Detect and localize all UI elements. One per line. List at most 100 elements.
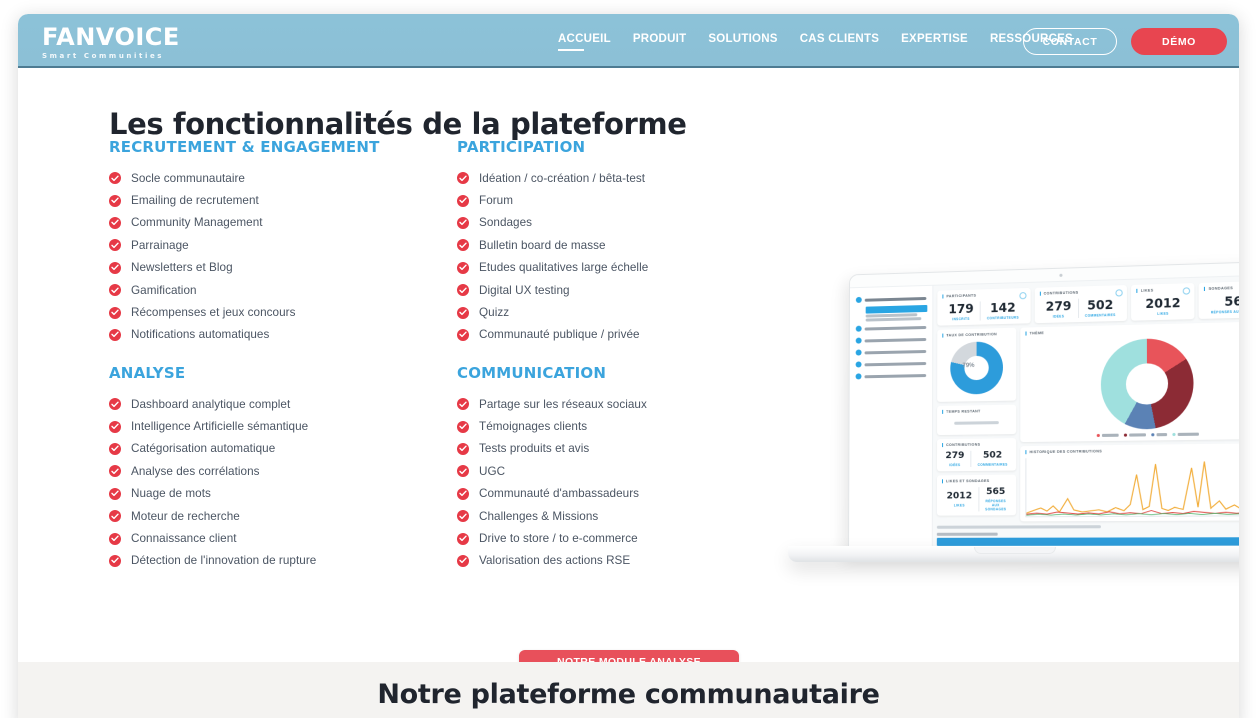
site-header: FANVOICE Smart Communities ACCUEIL PRODU…: [18, 14, 1239, 68]
theme-chart-legend: [1025, 432, 1239, 438]
check-icon: [457, 465, 469, 478]
check-icon: [109, 420, 121, 433]
feature-item: Récompenses et jeux concours: [109, 301, 459, 323]
feature-item: Idéation / co-création / bêta-test: [457, 167, 807, 189]
poll-answer-bar: 83%: [936, 537, 1239, 546]
kpi-card-contributions: CONTRIBUTIONS 279 IDÉES 502 COMMENTAIRES: [1034, 285, 1128, 324]
kpi-value: 2012: [1145, 295, 1181, 312]
feature-item-label: Challenges & Missions: [479, 509, 599, 523]
feature-item: Digital UX testing: [457, 279, 807, 301]
kpi-metric: 2012 LIKES: [941, 491, 979, 507]
feature-item-label: Sondages: [479, 216, 533, 230]
kpi-card-title: SONDAGES: [1204, 284, 1239, 291]
sidebar-subitem-selected[interactable]: [865, 304, 928, 314]
legend-swatch: [1171, 432, 1176, 437]
check-icon: [109, 328, 121, 341]
check-icon: [457, 216, 469, 229]
dashboard-body: PARTICIPANTS 179 INSCRITS 142 CONTRIBUTE…: [848, 275, 1239, 555]
histogram-card: HISTORIQUE DES CONTRIBUTIONS: [1020, 443, 1239, 522]
brand-logo[interactable]: FANVOICE Smart Communities: [42, 25, 180, 61]
sidebar-item-administration[interactable]: [854, 369, 929, 382]
laptop-dashboard-mockup: PARTICIPANTS 179 INSCRITS 142 CONTRIBUTE…: [780, 216, 1239, 616]
card-title: HISTORIQUE DES CONTRIBUTIONS: [1025, 447, 1239, 455]
kpi-card-title: LIKES: [1136, 287, 1190, 293]
feature-item-label: Récompenses et jeux concours: [131, 306, 296, 320]
demo-button[interactable]: DÉMO: [1131, 28, 1227, 55]
feature-item: Newsletters et Blog: [109, 257, 459, 279]
feature-column-recrutement: RECRUTEMENT & ENGAGEMENT Socle communaut…: [109, 138, 459, 346]
feature-item: Socle communautaire: [109, 167, 459, 189]
feature-list: Socle communautaire Emailing de recrutem…: [109, 167, 459, 346]
dashboard-right-column: THÈME HISTORIQUE DES CONTRIBUTIONS: [1020, 321, 1239, 522]
card-title: THÈME: [1025, 325, 1239, 336]
check-icon: [457, 487, 469, 500]
time-left-note: [954, 421, 999, 425]
feature-item-label: Partage sur les réseaux sociaux: [479, 397, 647, 411]
check-icon: [109, 465, 121, 478]
legend-entry: [1171, 432, 1199, 437]
feature-item-label: Bulletin board de masse: [479, 238, 606, 252]
feature-item-label: Analyse des corrélations: [131, 464, 260, 478]
feature-item: Témoignages clients: [457, 415, 807, 437]
like-icon: [1183, 287, 1191, 295]
nav-item-cas-clients[interactable]: CAS CLIENTS: [800, 31, 879, 51]
feature-item: Bulletin board de masse: [457, 234, 807, 256]
kpi-value: 502: [983, 450, 1003, 461]
comment-icon: [1115, 289, 1123, 297]
legend-label: [1177, 432, 1199, 436]
check-icon: [457, 239, 469, 252]
check-icon: [109, 510, 121, 523]
check-icon: [457, 194, 469, 207]
contributions-secondary-card: CONTRIBUTIONS 279 IDÉES 502 COMMENTAIRES: [936, 438, 1017, 472]
feature-item: Challenges & Missions: [457, 505, 807, 527]
nav-item-accueil[interactable]: ACCUEIL: [558, 31, 611, 51]
card-title: CONTRIBUTIONS: [942, 442, 1012, 448]
kpi-label: COMMENTAIRES: [977, 462, 1008, 467]
semantic-module-cta-button[interactable]: NOTRE MODULE ANALYSE SÉMANTIQUE: [519, 650, 739, 662]
header-actions: CONTACT DÉMO: [1023, 28, 1227, 55]
poll-answer-label: [936, 533, 998, 536]
kpi-card-title: PARTICIPANTS: [942, 292, 1026, 299]
feature-item-label: Détection de l'innovation de rupture: [131, 554, 317, 568]
card-title: TAUX DE CONTRIBUTION: [942, 331, 1012, 338]
kpi-label: INSCRITS: [952, 316, 970, 322]
contact-button[interactable]: CONTACT: [1023, 28, 1117, 55]
nav-item-solutions[interactable]: SOLUTIONS: [708, 31, 777, 51]
feature-item: Communauté d'ambassadeurs: [457, 483, 807, 505]
kpi-metric: 565 RÉPONSES AUX SONDAGES: [1204, 293, 1239, 315]
kpi-value: 179: [948, 301, 974, 317]
kpi-value: 142: [990, 300, 1016, 316]
histogram-svg: [1026, 455, 1239, 516]
feature-item: Forum: [457, 189, 807, 211]
feature-item-label: Community Management: [131, 216, 263, 230]
feature-item-label: Newsletters et Blog: [131, 261, 233, 275]
feature-item: UGC: [457, 460, 807, 482]
kpi-value: 279: [1045, 298, 1072, 314]
kpi-metric: 279 IDÉES: [939, 451, 970, 467]
feature-column-analyse: ANALYSE Dashboard analytique complet Int…: [109, 364, 459, 572]
feature-item-label: Digital UX testing: [479, 283, 570, 297]
nav-item-expertise[interactable]: EXPERTISE: [901, 31, 968, 51]
feature-column-communication: COMMUNICATION Partage sur les réseaux so…: [457, 364, 807, 572]
check-icon: [109, 261, 121, 274]
feature-item-label: Parrainage: [131, 238, 189, 252]
kpi-label: RÉPONSES AUX SONDAGES: [1210, 309, 1239, 315]
feature-item-label: Tests produits et avis: [479, 442, 590, 456]
sidebar-item-vue-generale[interactable]: [854, 292, 929, 306]
feature-item: Dashboard analytique complet: [109, 393, 459, 415]
legend-label: [1101, 433, 1119, 437]
feature-item: Gamification: [109, 279, 459, 301]
feature-item-label: Quizz: [479, 306, 510, 320]
feature-item: Valorisation des actions RSE: [457, 550, 807, 572]
feature-item-label: Communauté d'ambassadeurs: [479, 487, 640, 501]
nav-item-produit[interactable]: PRODUIT: [633, 31, 687, 51]
feature-item-label: Moteur de recherche: [131, 509, 240, 523]
kpi-value: 565: [986, 486, 1006, 498]
kpi-label: IDÉES: [1052, 314, 1065, 319]
kpi-value: 279: [945, 450, 965, 462]
legend-entry: [1150, 433, 1167, 437]
kpi-metric: 565 RÉPONSES AUX SONDAGES: [978, 486, 1013, 512]
check-icon: [109, 554, 121, 567]
kpi-metric: 502 COMMENTAIRES: [1077, 297, 1122, 319]
feature-item: Parrainage: [109, 234, 459, 256]
